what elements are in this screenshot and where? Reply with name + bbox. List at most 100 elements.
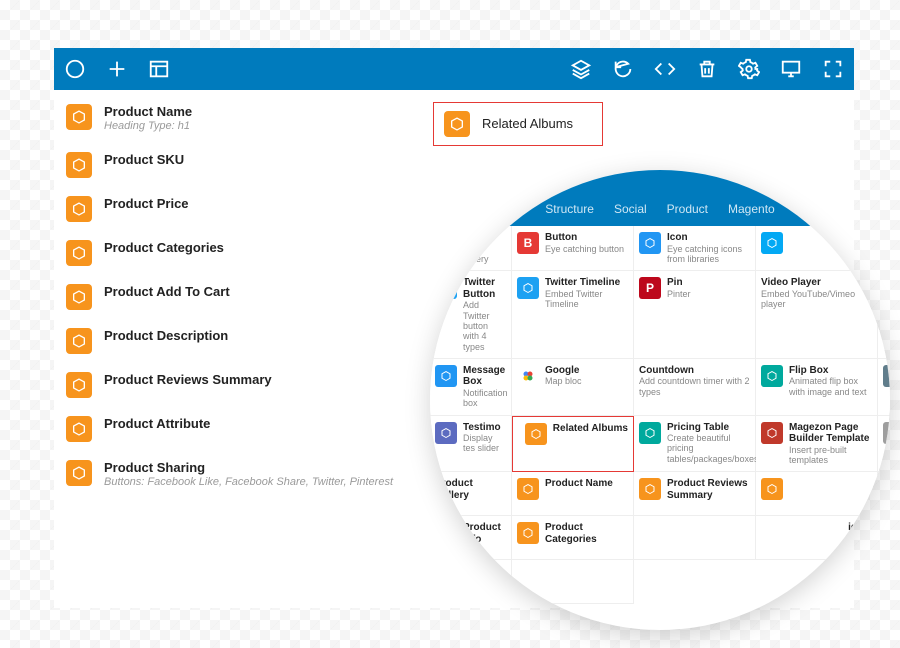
cell-title: Google bbox=[545, 365, 582, 377]
grid-cell[interactable]: Message Box Notification box bbox=[430, 359, 512, 416]
layout-icon[interactable] bbox=[148, 58, 170, 80]
grid-cell[interactable]: Testimo Display tes slider bbox=[430, 416, 512, 473]
element-icon: B bbox=[517, 232, 539, 254]
grid-cell[interactable] bbox=[756, 226, 878, 271]
element-block-4[interactable]: Product Add To Cart bbox=[66, 282, 393, 312]
product-icon bbox=[66, 372, 92, 398]
lens-tab-structure[interactable]: Structure bbox=[545, 202, 594, 226]
element-picker-lens: Structure Social Product Magento GalleryRes… bbox=[430, 170, 890, 630]
cell-title: Magezon Page Builder Template bbox=[789, 422, 872, 445]
grid-cell[interactable]: Pricing Table Create beautiful pricing t… bbox=[634, 416, 756, 473]
cell-title: Button bbox=[545, 232, 624, 244]
product-icon bbox=[66, 240, 92, 266]
cell-title: Product Name bbox=[545, 478, 613, 490]
element-icon bbox=[639, 232, 661, 254]
element-block-0[interactable]: Product Name Heading Type: h1 bbox=[66, 102, 393, 136]
grid-cell[interactable]: Twitter Timeline Embed Twitter Timeline bbox=[512, 271, 634, 359]
element-block-3[interactable]: Product Categories bbox=[66, 238, 393, 268]
grid-cell[interactable] bbox=[756, 472, 878, 516]
element-icon bbox=[883, 277, 890, 299]
lens-tab-social[interactable]: Social bbox=[614, 202, 647, 226]
lens-tab-magento[interactable]: Magento bbox=[728, 202, 775, 226]
grid-cell[interactable]: Image B After bbox=[878, 416, 890, 473]
cell-title: Pricing Table bbox=[667, 422, 759, 434]
element-title: Product Sharing bbox=[104, 460, 393, 476]
cell-desc: Add Twitter button with 4 types bbox=[463, 300, 506, 352]
settings-icon[interactable] bbox=[738, 58, 760, 80]
element-block-2[interactable]: Product Price bbox=[66, 194, 393, 224]
element-title: Product Add To Cart bbox=[104, 284, 230, 300]
element-block-1[interactable]: Product SKU bbox=[66, 150, 393, 180]
lens-tab-product[interactable]: Product bbox=[667, 202, 708, 226]
device-icon[interactable] bbox=[780, 58, 802, 80]
logo-icon[interactable] bbox=[64, 58, 86, 80]
cell-title: Flip Box bbox=[789, 365, 872, 377]
element-icon bbox=[761, 232, 783, 254]
grid-cell[interactable]: Product Reviews Summary bbox=[634, 472, 756, 516]
cell-title: Product Reviews Summary bbox=[667, 478, 750, 501]
element-icon bbox=[639, 478, 661, 500]
grid-cell[interactable]: Icon Eye catching icons from libraries bbox=[634, 226, 756, 271]
grid-cell[interactable]: P Pin Pinter bbox=[634, 271, 756, 359]
cell-desc: Pinter bbox=[667, 289, 691, 299]
element-icon bbox=[761, 365, 783, 387]
element-block-5[interactable]: Product Description bbox=[66, 326, 393, 356]
cell-desc: Notification box bbox=[463, 388, 508, 409]
element-icon bbox=[435, 422, 457, 444]
cell-title: Icon bbox=[667, 232, 750, 244]
grid-cell[interactable]: idget bbox=[756, 516, 878, 560]
fullscreen-icon[interactable] bbox=[822, 58, 844, 80]
main-toolbar bbox=[54, 48, 854, 90]
cell-desc: Create beautiful pricing tables/packages… bbox=[667, 433, 759, 464]
element-title: Product Price bbox=[104, 196, 189, 212]
cell-title: Twitter Timeline bbox=[545, 277, 628, 289]
element-subtitle: Heading Type: h1 bbox=[104, 120, 192, 134]
element-block-7[interactable]: Product Attribute bbox=[66, 414, 393, 444]
grid-cell[interactable]: Google Map bloc bbox=[512, 359, 634, 416]
cell-desc: Insert pre-built templates bbox=[789, 445, 872, 466]
product-icon bbox=[66, 196, 92, 222]
element-grid: GalleryResponsive image gallery B Button… bbox=[430, 226, 890, 604]
grid-cell[interactable]: Product Name bbox=[512, 472, 634, 516]
grid-cell[interactable]: Magezon Page Builder Template Insert pre… bbox=[756, 416, 878, 473]
cell-title: Testimo bbox=[463, 422, 506, 434]
grid-cell[interactable]: Facebook CommentsEmbed Facebook Comments bbox=[878, 226, 890, 271]
grid-cell[interactable]: Social Icons Display a set of social ico… bbox=[878, 271, 890, 359]
element-icon: P bbox=[639, 277, 661, 299]
element-block-8[interactable]: Product Sharing Buttons: Facebook Like, … bbox=[66, 458, 393, 492]
add-icon[interactable] bbox=[106, 58, 128, 80]
cell-desc: Embed Twitter Timeline bbox=[545, 289, 628, 310]
related-albums-block[interactable]: Related Albums bbox=[433, 102, 603, 146]
cell-desc: Display tes slider bbox=[463, 433, 506, 454]
grid-cell[interactable]: B Button Eye catching button bbox=[512, 226, 634, 271]
element-icon bbox=[883, 365, 890, 387]
grid-cell[interactable]: Video PlayerEmbed YouTube/Vimeo player bbox=[756, 271, 878, 359]
left-column: Product Name Heading Type: h1 Product SK… bbox=[66, 102, 393, 492]
grid-cell[interactable]: Related Albums bbox=[512, 416, 634, 473]
grid-cell[interactable]: CountdownAdd countdown timer with 2 type… bbox=[634, 359, 756, 416]
grid-cell[interactable]: Content Slider Create slides for multipl… bbox=[878, 359, 890, 416]
grid-cell[interactable]: oduct Add To bbox=[878, 472, 890, 516]
element-block-6[interactable]: Product Reviews Summary bbox=[66, 370, 393, 400]
element-icon bbox=[517, 478, 539, 500]
cell-desc: Animated flip box with image and text bbox=[789, 376, 872, 397]
related-albums-label: Related Albums bbox=[482, 116, 573, 132]
layers-icon[interactable] bbox=[570, 58, 592, 80]
grid-cell[interactable]: Flip Box Animated flip box with image an… bbox=[756, 359, 878, 416]
grid-cell[interactable] bbox=[634, 516, 756, 560]
grid-cell[interactable]: Add to Wish List bbox=[878, 516, 890, 560]
code-icon[interactable] bbox=[654, 58, 676, 80]
element-icon bbox=[517, 365, 539, 387]
trash-icon[interactable] bbox=[696, 58, 718, 80]
grid-cell[interactable]: Product Categories bbox=[512, 516, 634, 560]
element-title: Product Description bbox=[104, 328, 228, 344]
product-icon bbox=[66, 152, 92, 178]
product-icon bbox=[66, 460, 92, 486]
history-icon[interactable] bbox=[612, 58, 634, 80]
product-icon bbox=[66, 416, 92, 442]
cell-title: Product Categories bbox=[545, 522, 628, 545]
element-icon bbox=[761, 478, 783, 500]
element-subtitle: Buttons: Facebook Like, Facebook Share, … bbox=[104, 476, 393, 490]
cell-title: Pin bbox=[667, 277, 691, 289]
element-icon bbox=[517, 277, 539, 299]
